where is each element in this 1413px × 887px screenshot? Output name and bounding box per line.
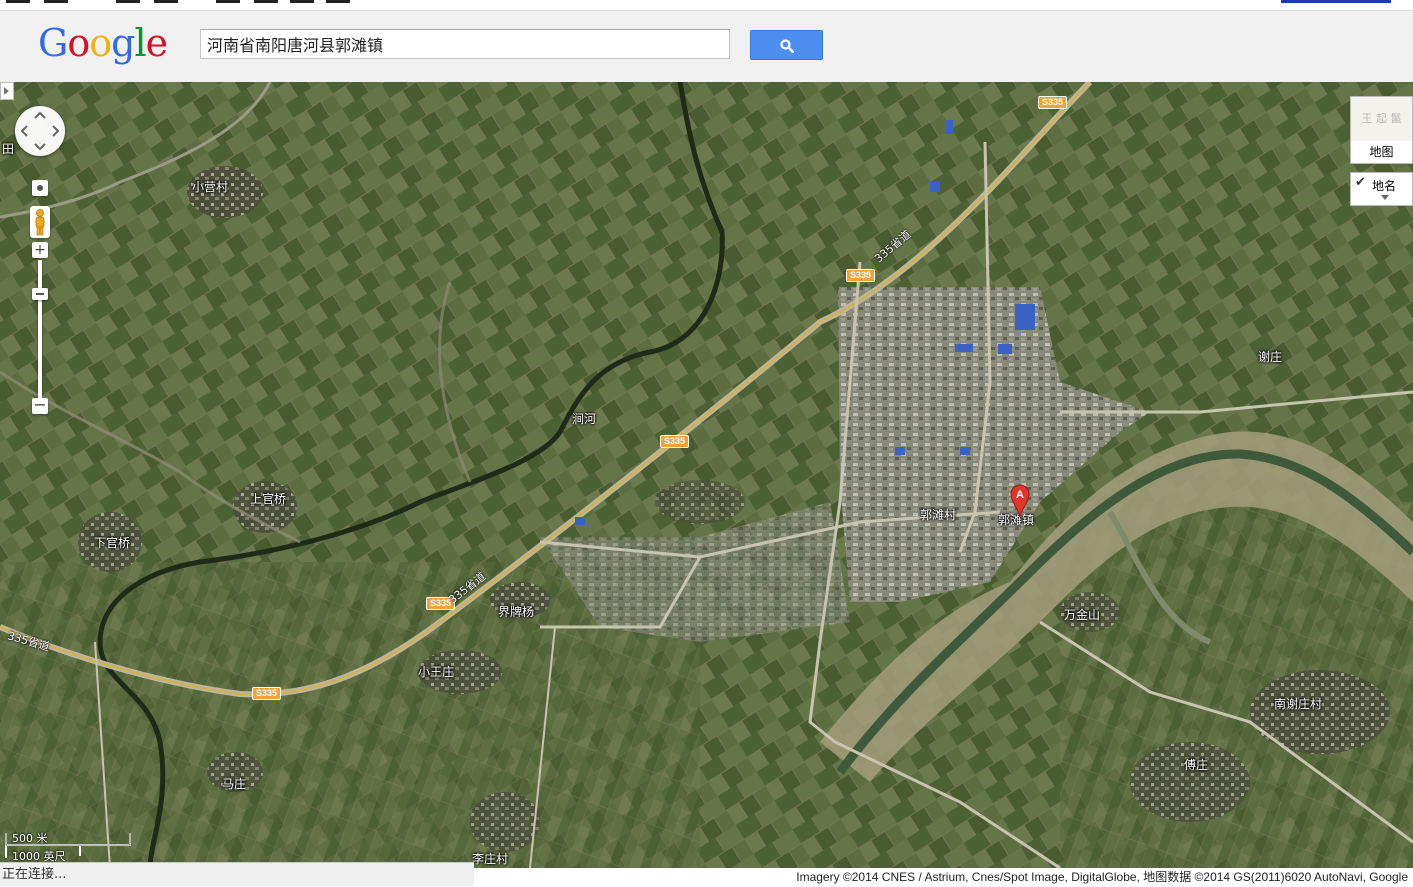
place-label: 南谢庄村: [1274, 697, 1323, 711]
toolbar-item[interactable]: [6, 0, 30, 3]
satellite-imagery: [0, 82, 1413, 868]
toolbar-item[interactable]: [116, 0, 140, 3]
logo-letter: o: [67, 21, 90, 65]
place-label: 上官桥: [250, 492, 287, 506]
toolbar-item[interactable]: [216, 0, 240, 3]
place-label: 小营村: [192, 180, 229, 194]
top-toolbar-strip: [0, 0, 1413, 11]
street-view-pegman[interactable]: [30, 206, 50, 238]
chevron-down-icon: [1381, 195, 1389, 200]
map-pin-icon: A: [1010, 484, 1030, 518]
map-type-thumbnail[interactable]: 王 起 鬣: [1351, 97, 1412, 141]
zoom-slider-thumb[interactable]: [32, 288, 48, 300]
road-shield: S335: [1038, 96, 1068, 109]
logo-letter: o: [89, 21, 112, 65]
toolbar-item[interactable]: [154, 0, 178, 3]
checkmark-icon: ✔: [1355, 175, 1366, 190]
logo-letter: G: [38, 21, 68, 65]
toolbar-item[interactable]: [254, 0, 278, 3]
copyright-notice: Imagery ©2014 CNES / Astrium, Cnes/Spot …: [791, 868, 1413, 886]
map-type-button[interactable]: 地图: [1351, 141, 1412, 163]
place-label: 小王庄: [418, 665, 455, 679]
place-label: 万金山: [1064, 608, 1101, 622]
satellite-map[interactable]: 小营村 田 涧河 上官桥 下官桥 界牌杨 小王庄 谢庄 郭滩村 郭滩镇 万金山 …: [0, 82, 1413, 868]
pan-control[interactable]: [15, 106, 65, 156]
road-shield: S335: [846, 269, 876, 282]
place-label: 界牌杨: [498, 605, 535, 619]
place-label: 下官桥: [94, 536, 131, 550]
place-label: 马庄: [222, 777, 247, 791]
arrow-right-icon: [4, 87, 9, 95]
logo-letter: l: [134, 21, 146, 65]
toolbar-item[interactable]: [44, 0, 68, 3]
search-input[interactable]: [200, 29, 730, 59]
place-label: 田: [2, 142, 15, 156]
place-label: 涧河: [572, 412, 597, 426]
marker-letter: A: [1016, 489, 1024, 501]
search-icon: [780, 39, 794, 53]
place-label: 傅庄: [1184, 758, 1209, 772]
browser-status-bar: 正在连接...: [0, 862, 474, 886]
scale-bar: 500 米 1000 英尺: [4, 830, 132, 863]
search-button[interactable]: [750, 30, 823, 60]
search-header: Google: [0, 11, 1413, 83]
account-link[interactable]: [1281, 0, 1391, 3]
logo-letter: e: [145, 21, 168, 65]
toolbar-item[interactable]: [326, 0, 350, 3]
road-shield: S335: [660, 435, 690, 448]
place-label: 谢庄: [1258, 350, 1283, 364]
rotate-control[interactable]: [32, 180, 48, 196]
labels-toggle[interactable]: ✔ 地名: [1350, 172, 1413, 206]
collapse-panel-button[interactable]: [0, 82, 14, 100]
zoom-slider-track[interactable]: [38, 260, 42, 400]
pegman-icon: [35, 209, 45, 236]
logo-letter: g: [111, 21, 135, 65]
labels-toggle-label: 地名: [1372, 179, 1397, 193]
place-label: 郭滩村: [920, 508, 957, 522]
scale-metric: 500 米: [12, 832, 48, 845]
google-logo[interactable]: Google: [38, 21, 168, 65]
place-label: 李庄村: [472, 852, 509, 866]
zoom-in-button[interactable]: +: [32, 242, 48, 258]
toolbar-item[interactable]: [290, 0, 314, 3]
zoom-out-button[interactable]: −: [32, 397, 48, 414]
pan-arrows-icon: [20, 111, 60, 151]
map-type-panel: 王 起 鬣 地图: [1350, 96, 1413, 164]
location-marker[interactable]: A: [1010, 484, 1030, 522]
road-shield: S335: [252, 687, 282, 700]
